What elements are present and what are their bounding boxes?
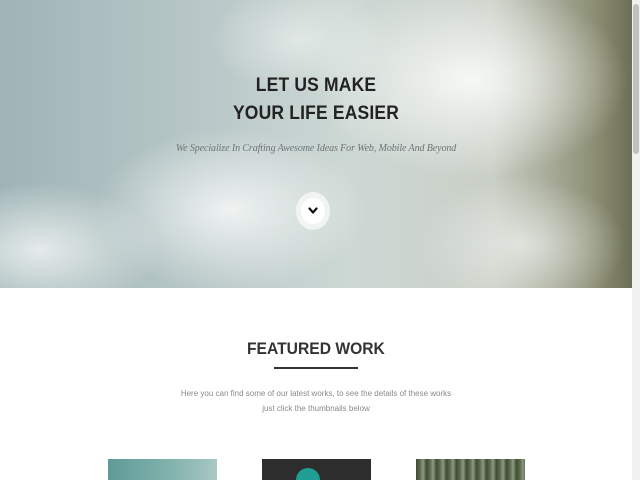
scroll-down-button-inner[interactable] (301, 198, 325, 224)
work-thumbnail-3[interactable] (416, 459, 525, 480)
work-thumbnail-2-accent (296, 468, 320, 480)
work-thumbnail-1[interactable] (108, 459, 217, 480)
scrollbar-thumb[interactable] (633, 4, 639, 154)
vertical-scrollbar[interactable] (632, 0, 640, 480)
featured-work-title: FEATURED WORK (0, 339, 632, 359)
chevron-down-icon (308, 207, 318, 214)
scroll-down-button[interactable] (296, 192, 330, 230)
featured-description-line-1: Here you can find some of our latest wor… (180, 389, 452, 398)
hero-section: LET US MAKE YOUR LIFE EASIER We Speciali… (0, 0, 632, 288)
work-thumbnail-2[interactable] (262, 459, 371, 480)
hero-title-line-2: YOUR LIFE EASIER (232, 103, 400, 124)
featured-work-description: Here you can find some of our latest wor… (0, 386, 632, 416)
featured-title-underline (274, 367, 358, 369)
featured-work-title-text: FEATURED WORK (247, 339, 385, 358)
hero-title-line-1: LET US MAKE (255, 75, 377, 96)
hero-subtitle: We Specialize In Crafting Awesome Ideas … (175, 143, 457, 154)
hero-title: LET US MAKE YOUR LIFE EASIER (0, 72, 632, 128)
featured-description-line-2: just click the thumbnails below (262, 404, 370, 413)
